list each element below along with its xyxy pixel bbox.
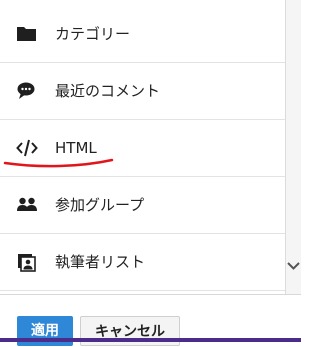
author-list-icon (16, 252, 38, 272)
folder-icon (16, 24, 38, 44)
menu-item-author-list[interactable]: 執筆者リスト (0, 234, 285, 291)
code-icon (16, 138, 38, 158)
menu-item-label: 執筆者リスト (55, 253, 146, 271)
widget-menu-panel: カテゴリー 最近のコメント HTML 参加グループ 執筆者リスト (0, 0, 286, 294)
menu-item-label: 最近のコメント (55, 82, 161, 100)
menu-item-label: 参加グループ (55, 196, 145, 214)
menu-item-label: HTML (55, 139, 97, 157)
comment-icon (16, 81, 38, 101)
menu-item-recent-comments[interactable]: 最近のコメント (0, 63, 285, 120)
chevron-down-icon[interactable] (286, 256, 301, 276)
footer-bar: 適用 キャンセル (0, 294, 301, 346)
scrollbar[interactable] (286, 0, 301, 294)
group-icon (16, 195, 38, 215)
menu-item-joined-groups[interactable]: 参加グループ (0, 177, 285, 234)
menu-item-html[interactable]: HTML (0, 120, 285, 177)
bottom-color-strip (0, 338, 301, 342)
menu-item-label: カテゴリー (55, 25, 131, 43)
menu-item-category[interactable]: カテゴリー (0, 6, 285, 63)
